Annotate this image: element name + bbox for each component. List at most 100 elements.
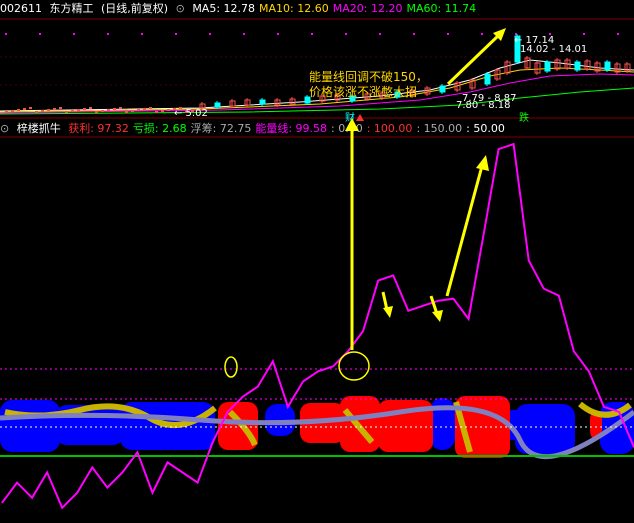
energy-point	[422, 305, 424, 307]
energy-point	[182, 472, 184, 473]
candle-body	[77, 109, 80, 111]
dot-marker	[379, 33, 381, 35]
energy-point	[588, 370, 590, 372]
candle-body	[161, 110, 164, 112]
dot-marker	[277, 33, 279, 35]
energy-point	[272, 360, 274, 362]
energy-point	[121, 472, 123, 473]
candle-body	[155, 111, 158, 113]
energy-point	[362, 330, 364, 332]
candle-body	[484, 73, 491, 85]
energy-point	[347, 350, 349, 352]
energy-point	[91, 466, 93, 468]
candle-body	[95, 111, 98, 113]
down-arrowhead-icon	[383, 306, 393, 318]
energy-point	[212, 441, 214, 443]
blue-band	[0, 400, 60, 452]
indicator-panel	[0, 136, 634, 510]
candle-body	[574, 61, 581, 71]
energy-point	[257, 386, 259, 388]
candle-body	[167, 109, 170, 111]
candle-body	[107, 109, 110, 111]
dot-marker	[345, 33, 347, 35]
price-arrow	[446, 32, 502, 86]
energy-point	[61, 507, 63, 509]
energy-point	[242, 396, 244, 398]
price-range-label: 14.02 - 14.01	[520, 44, 587, 55]
candle-body	[143, 108, 146, 110]
energy-point	[573, 350, 575, 352]
candle-body	[149, 107, 152, 109]
annotation-layer: 能量线回调不破150，价格该涨不涨憋大招	[224, 28, 506, 381]
energy-point	[498, 148, 500, 150]
energy-point	[167, 461, 168, 463]
dot-marker	[481, 33, 483, 35]
energy-point	[106, 487, 108, 489]
up-arrowhead-icon	[476, 155, 489, 171]
candle-body	[137, 109, 140, 111]
energy-point	[1, 502, 3, 504]
candle-body	[29, 107, 32, 109]
candle-body	[23, 108, 26, 110]
energy-point	[528, 259, 530, 261]
energy-point	[483, 234, 484, 236]
energy-point	[76, 492, 78, 494]
energy-point	[618, 411, 620, 413]
dot-marker	[107, 33, 109, 35]
price-mid-label-2: 7.80 - 8.18	[456, 100, 511, 111]
dot-marker	[447, 33, 449, 35]
candle-body	[113, 108, 116, 110]
energy-point	[543, 288, 545, 290]
down-arrow-1	[381, 291, 389, 311]
down-arrowhead-icon	[432, 310, 443, 322]
highlight-circle	[338, 351, 370, 381]
energy-point	[377, 280, 379, 281]
price-low-label: ← 5.02	[174, 108, 208, 119]
candle-body	[125, 111, 128, 113]
candle-body	[259, 99, 266, 105]
candle-body	[131, 110, 134, 112]
energy-point	[392, 274, 394, 276]
energy-point	[302, 381, 304, 382]
candle-body	[101, 110, 104, 112]
candle-body	[11, 110, 14, 112]
stock-chart: ← 17.1414.02 - 14.01← 5.027.79 - 8.877.8…	[0, 18, 634, 510]
candle-body	[119, 107, 122, 109]
callout-line-2: 价格该涨不涨憋大招	[309, 84, 417, 99]
energy-point	[452, 298, 454, 300]
candle-body	[214, 102, 221, 108]
energy-point	[468, 318, 469, 320]
candle-body	[59, 107, 62, 109]
energy-point	[332, 365, 334, 367]
dot-marker	[175, 33, 177, 35]
energy-point	[227, 411, 229, 413]
dot-marker	[141, 33, 143, 35]
energy-point	[16, 482, 18, 484]
energy-point	[136, 451, 138, 453]
candle-body	[17, 109, 20, 111]
candle-body	[65, 111, 68, 113]
candle-body	[71, 110, 74, 112]
candle-body	[439, 85, 446, 93]
dot-marker	[73, 33, 75, 35]
dot-marker	[311, 33, 313, 35]
candle-body	[89, 107, 92, 109]
candle-body	[53, 108, 56, 110]
energy-point	[287, 406, 289, 408]
energy-point	[437, 300, 439, 302]
energy-point	[46, 472, 48, 473]
energy-point	[513, 143, 515, 145]
candle-body	[544, 61, 551, 72]
callout-line-1: 能量线回调不破150，	[309, 69, 428, 84]
dot-marker	[617, 33, 619, 35]
candle-body	[35, 111, 38, 113]
energy-point	[31, 497, 33, 499]
highlight-circle-small	[224, 356, 238, 378]
energy-point	[603, 406, 605, 408]
energy-point	[558, 295, 560, 297]
energy-point	[152, 492, 153, 494]
dot-marker	[583, 33, 585, 35]
energy-point	[197, 482, 199, 484]
dot-marker	[243, 33, 245, 35]
dot-marker	[5, 33, 7, 35]
